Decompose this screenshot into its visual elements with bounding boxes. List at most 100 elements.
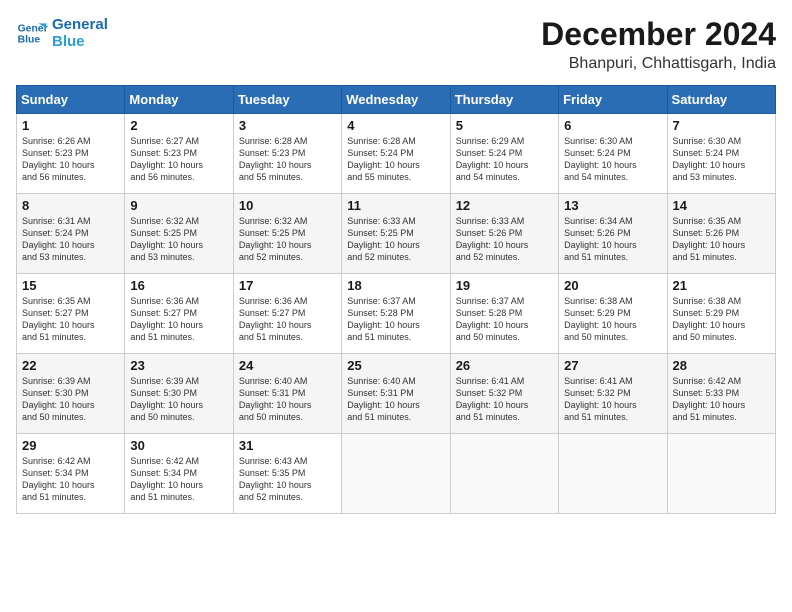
day-info: Sunrise: 6:35 AM Sunset: 5:26 PM Dayligh…: [673, 215, 770, 264]
day-number: 27: [564, 358, 661, 373]
day-info: Sunrise: 6:36 AM Sunset: 5:27 PM Dayligh…: [239, 295, 336, 344]
day-number: 28: [673, 358, 770, 373]
day-number: 30: [130, 438, 227, 453]
svg-text:Blue: Blue: [18, 35, 41, 46]
day-number: 8: [22, 198, 119, 213]
day-info: Sunrise: 6:40 AM Sunset: 5:31 PM Dayligh…: [239, 375, 336, 424]
table-row: 14 Sunrise: 6:35 AM Sunset: 5:26 PM Dayl…: [667, 194, 775, 274]
day-info: Sunrise: 6:41 AM Sunset: 5:32 PM Dayligh…: [564, 375, 661, 424]
table-row: 20 Sunrise: 6:38 AM Sunset: 5:29 PM Dayl…: [559, 274, 667, 354]
header-saturday: Saturday: [667, 86, 775, 114]
table-row: 8 Sunrise: 6:31 AM Sunset: 5:24 PM Dayli…: [17, 194, 125, 274]
day-info: Sunrise: 6:34 AM Sunset: 5:26 PM Dayligh…: [564, 215, 661, 264]
day-info: Sunrise: 6:37 AM Sunset: 5:28 PM Dayligh…: [347, 295, 444, 344]
day-number: 12: [456, 198, 553, 213]
day-number: 29: [22, 438, 119, 453]
table-row: 29 Sunrise: 6:42 AM Sunset: 5:34 PM Dayl…: [17, 434, 125, 514]
table-row: 11 Sunrise: 6:33 AM Sunset: 5:25 PM Dayl…: [342, 194, 450, 274]
table-row: 7 Sunrise: 6:30 AM Sunset: 5:24 PM Dayli…: [667, 114, 775, 194]
day-number: 19: [456, 278, 553, 293]
table-row: 4 Sunrise: 6:28 AM Sunset: 5:24 PM Dayli…: [342, 114, 450, 194]
day-info: Sunrise: 6:29 AM Sunset: 5:24 PM Dayligh…: [456, 135, 553, 184]
day-info: Sunrise: 6:30 AM Sunset: 5:24 PM Dayligh…: [564, 135, 661, 184]
location-title: Bhanpuri, Chhattisgarh, India: [541, 55, 776, 73]
day-info: Sunrise: 6:42 AM Sunset: 5:34 PM Dayligh…: [130, 455, 227, 504]
day-number: 25: [347, 358, 444, 373]
table-row: 1 Sunrise: 6:26 AM Sunset: 5:23 PM Dayli…: [17, 114, 125, 194]
table-row: 3 Sunrise: 6:28 AM Sunset: 5:23 PM Dayli…: [233, 114, 341, 194]
table-row: 24 Sunrise: 6:40 AM Sunset: 5:31 PM Dayl…: [233, 354, 341, 434]
calendar-week-row: 22 Sunrise: 6:39 AM Sunset: 5:30 PM Dayl…: [17, 354, 776, 434]
header-friday: Friday: [559, 86, 667, 114]
day-number: 6: [564, 118, 661, 133]
day-number: 11: [347, 198, 444, 213]
header-monday: Monday: [125, 86, 233, 114]
calendar-header-row: Sunday Monday Tuesday Wednesday Thursday…: [17, 86, 776, 114]
day-number: 21: [673, 278, 770, 293]
calendar-week-row: 1 Sunrise: 6:26 AM Sunset: 5:23 PM Dayli…: [17, 114, 776, 194]
day-number: 26: [456, 358, 553, 373]
day-info: Sunrise: 6:28 AM Sunset: 5:24 PM Dayligh…: [347, 135, 444, 184]
day-info: Sunrise: 6:43 AM Sunset: 5:35 PM Dayligh…: [239, 455, 336, 504]
table-row: 10 Sunrise: 6:32 AM Sunset: 5:25 PM Dayl…: [233, 194, 341, 274]
day-number: 3: [239, 118, 336, 133]
day-info: Sunrise: 6:42 AM Sunset: 5:33 PM Dayligh…: [673, 375, 770, 424]
day-number: 22: [22, 358, 119, 373]
calendar-table: Sunday Monday Tuesday Wednesday Thursday…: [16, 85, 776, 514]
day-info: Sunrise: 6:30 AM Sunset: 5:24 PM Dayligh…: [673, 135, 770, 184]
day-info: Sunrise: 6:26 AM Sunset: 5:23 PM Dayligh…: [22, 135, 119, 184]
table-row: [342, 434, 450, 514]
day-info: Sunrise: 6:31 AM Sunset: 5:24 PM Dayligh…: [22, 215, 119, 264]
day-number: 7: [673, 118, 770, 133]
calendar-week-row: 29 Sunrise: 6:42 AM Sunset: 5:34 PM Dayl…: [17, 434, 776, 514]
table-row: 26 Sunrise: 6:41 AM Sunset: 5:32 PM Dayl…: [450, 354, 558, 434]
day-info: Sunrise: 6:32 AM Sunset: 5:25 PM Dayligh…: [239, 215, 336, 264]
day-info: Sunrise: 6:35 AM Sunset: 5:27 PM Dayligh…: [22, 295, 119, 344]
day-number: 9: [130, 198, 227, 213]
day-info: Sunrise: 6:38 AM Sunset: 5:29 PM Dayligh…: [564, 295, 661, 344]
table-row: 13 Sunrise: 6:34 AM Sunset: 5:26 PM Dayl…: [559, 194, 667, 274]
day-info: Sunrise: 6:36 AM Sunset: 5:27 PM Dayligh…: [130, 295, 227, 344]
day-info: Sunrise: 6:32 AM Sunset: 5:25 PM Dayligh…: [130, 215, 227, 264]
month-title: December 2024: [541, 16, 776, 53]
day-number: 24: [239, 358, 336, 373]
table-row: 9 Sunrise: 6:32 AM Sunset: 5:25 PM Dayli…: [125, 194, 233, 274]
table-row: 28 Sunrise: 6:42 AM Sunset: 5:33 PM Dayl…: [667, 354, 775, 434]
day-info: Sunrise: 6:33 AM Sunset: 5:25 PM Dayligh…: [347, 215, 444, 264]
table-row: 21 Sunrise: 6:38 AM Sunset: 5:29 PM Dayl…: [667, 274, 775, 354]
day-number: 1: [22, 118, 119, 133]
table-row: 18 Sunrise: 6:37 AM Sunset: 5:28 PM Dayl…: [342, 274, 450, 354]
day-number: 23: [130, 358, 227, 373]
day-info: Sunrise: 6:39 AM Sunset: 5:30 PM Dayligh…: [130, 375, 227, 424]
table-row: 2 Sunrise: 6:27 AM Sunset: 5:23 PM Dayli…: [125, 114, 233, 194]
table-row: 25 Sunrise: 6:40 AM Sunset: 5:31 PM Dayl…: [342, 354, 450, 434]
table-row: 22 Sunrise: 6:39 AM Sunset: 5:30 PM Dayl…: [17, 354, 125, 434]
page-header: General Blue General Blue December 2024 …: [16, 16, 776, 73]
day-info: Sunrise: 6:42 AM Sunset: 5:34 PM Dayligh…: [22, 455, 119, 504]
day-number: 2: [130, 118, 227, 133]
day-info: Sunrise: 6:38 AM Sunset: 5:29 PM Dayligh…: [673, 295, 770, 344]
day-info: Sunrise: 6:27 AM Sunset: 5:23 PM Dayligh…: [130, 135, 227, 184]
day-info: Sunrise: 6:33 AM Sunset: 5:26 PM Dayligh…: [456, 215, 553, 264]
day-info: Sunrise: 6:39 AM Sunset: 5:30 PM Dayligh…: [22, 375, 119, 424]
day-number: 17: [239, 278, 336, 293]
table-row: [667, 434, 775, 514]
table-row: 30 Sunrise: 6:42 AM Sunset: 5:34 PM Dayl…: [125, 434, 233, 514]
table-row: 5 Sunrise: 6:29 AM Sunset: 5:24 PM Dayli…: [450, 114, 558, 194]
table-row: 16 Sunrise: 6:36 AM Sunset: 5:27 PM Dayl…: [125, 274, 233, 354]
day-info: Sunrise: 6:40 AM Sunset: 5:31 PM Dayligh…: [347, 375, 444, 424]
logo: General Blue General Blue: [16, 16, 108, 50]
day-number: 14: [673, 198, 770, 213]
header-thursday: Thursday: [450, 86, 558, 114]
day-number: 10: [239, 198, 336, 213]
day-info: Sunrise: 6:37 AM Sunset: 5:28 PM Dayligh…: [456, 295, 553, 344]
logo-line1: General: [52, 16, 108, 33]
table-row: 17 Sunrise: 6:36 AM Sunset: 5:27 PM Dayl…: [233, 274, 341, 354]
table-row: 15 Sunrise: 6:35 AM Sunset: 5:27 PM Dayl…: [17, 274, 125, 354]
logo-icon: General Blue: [16, 17, 48, 49]
table-row: 27 Sunrise: 6:41 AM Sunset: 5:32 PM Dayl…: [559, 354, 667, 434]
table-row: 6 Sunrise: 6:30 AM Sunset: 5:24 PM Dayli…: [559, 114, 667, 194]
table-row: [559, 434, 667, 514]
table-row: 19 Sunrise: 6:37 AM Sunset: 5:28 PM Dayl…: [450, 274, 558, 354]
calendar-week-row: 15 Sunrise: 6:35 AM Sunset: 5:27 PM Dayl…: [17, 274, 776, 354]
